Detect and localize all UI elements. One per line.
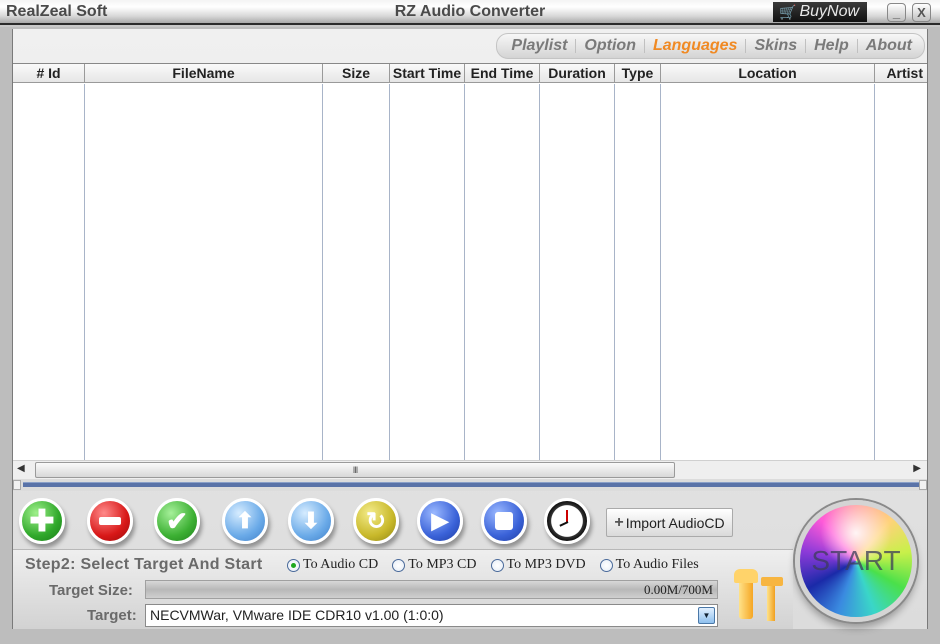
column-header-artist[interactable]: Artist <box>875 64 927 82</box>
wrench-icon <box>734 569 758 619</box>
arrow-down-icon: ⬇ <box>301 508 321 533</box>
column-divider <box>539 84 540 460</box>
dropdown-arrow-icon[interactable]: ▼ <box>698 607 715 624</box>
buy-now-label: BuyNow <box>799 3 860 20</box>
column-divider <box>464 84 465 460</box>
menu-about[interactable]: About <box>860 37 918 55</box>
brand-name: RealZeal Soft <box>6 3 108 20</box>
target-size-bar: 0.00M/700M <box>145 580 718 599</box>
target-label: Target: <box>87 607 137 624</box>
radio-to-mp3-dvd[interactable]: To MP3 DVD <box>490 557 586 573</box>
playlist-table[interactable]: # Id FileName Size Start Time End Time D… <box>13 63 927 460</box>
menu-playlist[interactable]: Playlist <box>505 37 573 55</box>
menu-bar: Playlist Option Languages Skins Help Abo… <box>496 33 925 59</box>
refresh-icon: ↻ <box>365 507 387 535</box>
scroll-left-arrow-icon[interactable]: ◀ <box>17 463 25 474</box>
radio-label: To Audio Files <box>615 557 699 572</box>
close-button[interactable]: X <box>912 3 931 22</box>
radio-to-audio-cd[interactable]: To Audio CD <box>287 557 378 573</box>
column-divider <box>614 84 615 460</box>
column-header-start-time[interactable]: Start Time <box>390 64 465 82</box>
column-divider <box>389 84 390 460</box>
hammer-icon <box>761 577 783 621</box>
menu-skins[interactable]: Skins <box>748 37 803 55</box>
arrow-up-icon: ⬆ <box>235 508 255 533</box>
progress-left-handle[interactable] <box>13 480 21 490</box>
start-button[interactable]: START <box>795 500 917 622</box>
column-header-size[interactable]: Size <box>323 64 390 82</box>
title-bar: RealZeal Soft RZ Audio Converter 🛒 BuyNo… <box>0 0 940 25</box>
target-type-radio-group: To Audio CD To MP3 CD To MP3 DVD To Audi… <box>287 557 699 573</box>
column-divider <box>660 84 661 460</box>
menu-divider <box>745 39 747 53</box>
column-header-type[interactable]: Type <box>615 64 661 82</box>
target-drive-value: NECVMWar, VMware IDE CDR10 v1.00 (1:0:0) <box>150 607 444 623</box>
target-drive-select[interactable]: NECVMWar, VMware IDE CDR10 v1.00 (1:0:0)… <box>145 604 718 627</box>
import-audiocd-label: Import AudioCD <box>625 514 725 531</box>
schedule-button[interactable] <box>544 498 590 544</box>
scrollbar-thumb[interactable]: III <box>35 462 675 478</box>
step2-heading: Step2: Select Target And Start <box>25 556 263 573</box>
stop-icon <box>495 512 513 530</box>
menu-divider <box>643 39 645 53</box>
column-header-location[interactable]: Location <box>661 64 875 82</box>
minus-icon <box>99 517 121 525</box>
column-header-duration[interactable]: Duration <box>540 64 615 82</box>
checkmark-icon: ✔ <box>166 505 188 536</box>
cart-icon: 🛒 <box>779 4 797 20</box>
column-divider <box>874 84 875 460</box>
radio-to-audio-files[interactable]: To Audio Files <box>599 557 699 573</box>
add-file-button[interactable]: ✚ <box>19 498 65 544</box>
main-frame: Playlist Option Languages Skins Help Abo… <box>0 27 940 644</box>
stop-button[interactable] <box>481 498 527 544</box>
menu-help[interactable]: Help <box>808 37 855 55</box>
buy-now-button[interactable]: 🛒 BuyNow <box>773 2 867 22</box>
column-divider <box>322 84 323 460</box>
import-audiocd-button[interactable]: + Import AudioCD <box>606 508 733 537</box>
plus-icon: + <box>614 513 624 531</box>
horizontal-scrollbar[interactable]: ◀ III ▶ <box>13 460 927 479</box>
radio-checked-icon[interactable] <box>287 558 300 572</box>
radio-to-mp3-cd[interactable]: To MP3 CD <box>392 557 477 573</box>
table-header: # Id FileName Size Start Time End Time D… <box>13 64 927 83</box>
menu-languages[interactable]: Languages <box>647 37 743 55</box>
progress-strip <box>13 479 927 491</box>
column-header-filename[interactable]: FileName <box>85 64 323 82</box>
play-button[interactable]: ▶ <box>417 498 463 544</box>
remove-file-button[interactable] <box>87 498 133 544</box>
target-size-label: Target Size: <box>49 582 133 599</box>
column-header-id[interactable]: # Id <box>13 64 85 82</box>
menu-divider <box>805 39 807 53</box>
target-panel: Step2: Select Target And Start To Audio … <box>13 549 793 629</box>
plus-icon: ✚ <box>29 504 55 538</box>
action-toolbar: ✚ ✔ ⬆ ⬇ ↻ ▶ + Import AudioCD <box>13 492 808 550</box>
clock-icon <box>552 506 582 536</box>
radio-unchecked-icon[interactable] <box>490 558 504 572</box>
check-button[interactable]: ✔ <box>154 498 200 544</box>
play-icon: ▶ <box>431 508 449 533</box>
move-down-button[interactable]: ⬇ <box>288 498 334 544</box>
radio-label: To MP3 CD <box>408 557 477 572</box>
progress-right-handle[interactable] <box>919 480 927 490</box>
start-label: START <box>811 545 901 576</box>
refresh-button[interactable]: ↻ <box>353 498 399 544</box>
scroll-right-arrow-icon[interactable]: ▶ <box>913 463 921 474</box>
radio-label: To Audio CD <box>303 557 379 572</box>
settings-tools-button[interactable] <box>734 569 795 623</box>
minimize-button[interactable]: _ <box>887 3 906 22</box>
progress-track <box>23 482 921 487</box>
menu-option[interactable]: Option <box>578 37 642 55</box>
radio-unchecked-icon[interactable] <box>599 558 613 572</box>
column-header-end-time[interactable]: End Time <box>465 64 540 82</box>
column-divider <box>84 84 85 460</box>
menu-divider <box>856 39 858 53</box>
radio-unchecked-icon[interactable] <box>392 558 406 572</box>
content-area: Playlist Option Languages Skins Help Abo… <box>12 29 928 629</box>
radio-label: To MP3 DVD <box>506 557 586 572</box>
menu-divider <box>575 39 577 53</box>
move-up-button[interactable]: ⬆ <box>222 498 268 544</box>
